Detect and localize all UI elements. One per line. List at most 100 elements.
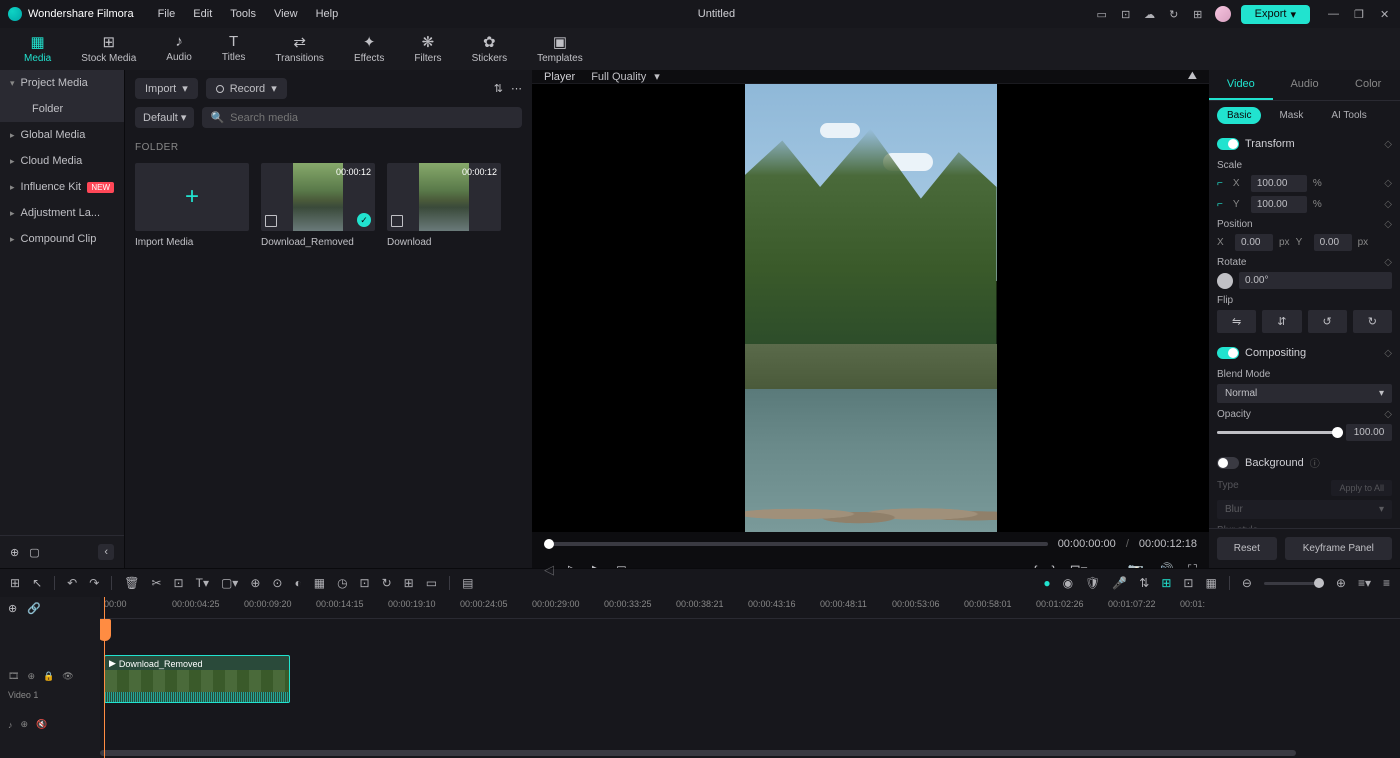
opacity-slider[interactable] (1217, 431, 1338, 434)
subtab-basic[interactable]: Basic (1217, 107, 1261, 124)
media-card-item[interactable]: 00:00:12 Download (387, 163, 501, 248)
track-add-icon[interactable]: ⊕ (27, 671, 35, 682)
tl-settings-button[interactable]: ≡ (1383, 576, 1390, 590)
tl-mic-button[interactable]: 🎤 (1112, 576, 1127, 590)
speed-button[interactable]: ⊙ (272, 576, 282, 590)
tl-marker-tool[interactable]: ◉ (1063, 576, 1073, 590)
tab-templates[interactable]: ▣Templates (533, 31, 587, 70)
scrub-track[interactable] (544, 542, 1048, 546)
info-icon[interactable]: ⓘ (1310, 455, 1320, 470)
sidebar-item-cloud-media[interactable]: ▸Cloud Media (0, 148, 124, 174)
more-icon[interactable]: ⋯ (511, 82, 522, 95)
tl-tool-r1[interactable]: 🛡 (1085, 576, 1100, 590)
keyframe-icon[interactable]: ◇ (1384, 257, 1392, 268)
filter-icon[interactable]: ⇅ (494, 82, 503, 95)
media-thumb[interactable]: 00:00:12 (387, 163, 501, 231)
sidebar-item-influence-kit[interactable]: ▸Influence KitNEW (0, 174, 124, 200)
quality-select[interactable]: Full Quality▾ (591, 70, 660, 83)
tab-transitions[interactable]: ⇄Transitions (271, 31, 328, 70)
link-icon[interactable]: ⌐ (1217, 199, 1223, 210)
transform-toggle[interactable] (1217, 138, 1239, 150)
tl-add-track-icon[interactable]: ⊕ (8, 602, 17, 615)
keyframe-panel-button[interactable]: Keyframe Panel (1285, 537, 1392, 560)
rotate-cw-button[interactable]: ↻ (1353, 310, 1392, 333)
tl-tool-7[interactable]: ↻ (382, 576, 392, 590)
tab-effects[interactable]: ✦Effects (350, 31, 388, 70)
inspector-tab-color[interactable]: Color (1336, 70, 1400, 100)
track-add-icon[interactable]: ⊕ (21, 719, 29, 730)
player-canvas[interactable] (532, 84, 1209, 532)
delete-button[interactable]: 🗑 (124, 576, 139, 590)
history-icon[interactable]: ↻ (1167, 7, 1181, 21)
user-avatar[interactable] (1215, 6, 1231, 22)
tl-snap-button[interactable]: ⊞ (1161, 576, 1171, 590)
playhead[interactable] (104, 597, 105, 758)
tl-pointer-tool[interactable]: ↖ (32, 576, 42, 590)
sidebar-item-compound-clip[interactable]: ▸Compound Clip (0, 226, 124, 252)
menu-file[interactable]: File (158, 8, 176, 20)
text-button[interactable]: T▾ (196, 576, 209, 590)
reset-button[interactable]: Reset (1217, 537, 1277, 560)
zoom-in-button[interactable]: ⊕ (1336, 576, 1346, 590)
close-button[interactable]: ✕ (1380, 8, 1392, 20)
tab-media[interactable]: ▦Media (20, 31, 55, 70)
new-bin-icon[interactable]: ▢ (29, 546, 39, 559)
timeline-clip[interactable]: ▶Download_Removed (104, 655, 290, 703)
inspector-tab-video[interactable]: Video (1209, 70, 1273, 100)
save-icon[interactable]: ⊡ (1119, 7, 1133, 21)
tl-tool-1[interactable]: ▢▾ (221, 576, 238, 590)
tab-stock-media[interactable]: ⊞Stock Media (77, 31, 140, 70)
tab-audio[interactable]: ♪Audio (162, 31, 196, 70)
sidebar-folder[interactable]: Folder (0, 96, 124, 122)
tab-stickers[interactable]: ✿Stickers (468, 31, 512, 70)
search-box[interactable]: 🔍 (202, 107, 522, 128)
inspector-tab-audio[interactable]: Audio (1273, 70, 1337, 100)
tl-link-icon[interactable]: 🔗 (27, 602, 41, 615)
tl-tool-9[interactable]: ▭ (426, 576, 437, 590)
track-mute-icon[interactable]: 🔇 (36, 719, 47, 730)
menu-edit[interactable]: Edit (193, 8, 212, 20)
menu-view[interactable]: View (274, 8, 298, 20)
timeline-scrollbar[interactable] (100, 750, 1296, 756)
background-toggle[interactable] (1217, 457, 1239, 469)
export-button[interactable]: Export ▾ (1241, 5, 1310, 24)
keyframe-icon[interactable]: ◇ (1384, 409, 1392, 420)
opacity-value[interactable]: 100.00 (1346, 424, 1392, 441)
apps-icon[interactable]: ⊞ (1191, 7, 1205, 21)
tl-select-tool[interactable]: ⊞ (10, 576, 20, 590)
sidebar-item-global-media[interactable]: ▸Global Media (0, 122, 124, 148)
undo-button[interactable]: ↶ (67, 576, 77, 590)
redo-button[interactable]: ↷ (89, 576, 99, 590)
media-card-import[interactable]: + Import Media (135, 163, 249, 248)
import-button[interactable]: Import▾ (135, 78, 198, 99)
subtab-mask[interactable]: Mask (1269, 107, 1313, 124)
snapshot-icon[interactable]: ⛰ (1188, 70, 1197, 83)
keyframe-icon[interactable]: ◇ (1384, 178, 1392, 189)
media-thumb[interactable]: 00:00:12 ✓ (261, 163, 375, 231)
rotate-ccw-button[interactable]: ↺ (1308, 310, 1347, 333)
crop-button[interactable]: ⊡ (174, 576, 184, 590)
tl-marker-green[interactable]: ● (1043, 576, 1050, 590)
zoom-slider[interactable] (1264, 582, 1324, 585)
keyframe-icon[interactable]: ◇ (1384, 348, 1392, 359)
keyframe-icon[interactable]: ◇ (1384, 219, 1392, 230)
sidebar-item-adjustment-layer[interactable]: ▸Adjustment La... (0, 200, 124, 226)
audio-track-header[interactable]: ♪ ⊕ 🔇 (0, 715, 100, 734)
keyframe-icon[interactable]: ◇ (1384, 199, 1392, 210)
tl-tool-r3[interactable]: ▦ (1205, 576, 1216, 590)
scrub-head[interactable] (544, 539, 554, 549)
zoom-out-button[interactable]: ⊖ (1242, 576, 1252, 590)
tl-tool-2[interactable]: ⊕ (250, 576, 260, 590)
keyframe-icon[interactable]: ◇ (1384, 139, 1392, 150)
record-button[interactable]: Record▾ (206, 78, 287, 99)
import-thumb[interactable]: + (135, 163, 249, 231)
tl-tool-3[interactable]: ◐ (294, 576, 301, 590)
track-visible-icon[interactable]: 👁 (62, 671, 73, 682)
rotate-value[interactable]: 0.00° (1239, 272, 1392, 289)
split-button[interactable]: ✂ (151, 576, 161, 590)
pos-x-input[interactable] (1235, 234, 1273, 251)
scale-y-input[interactable] (1251, 196, 1307, 213)
tl-tool-5[interactable]: ◷ (337, 576, 347, 590)
timeline-tracks[interactable]: 00:00 00:00:04:25 00:00:09:20 00:00:14:1… (100, 597, 1400, 758)
prev-frame-button[interactable]: ◁ (544, 562, 554, 578)
